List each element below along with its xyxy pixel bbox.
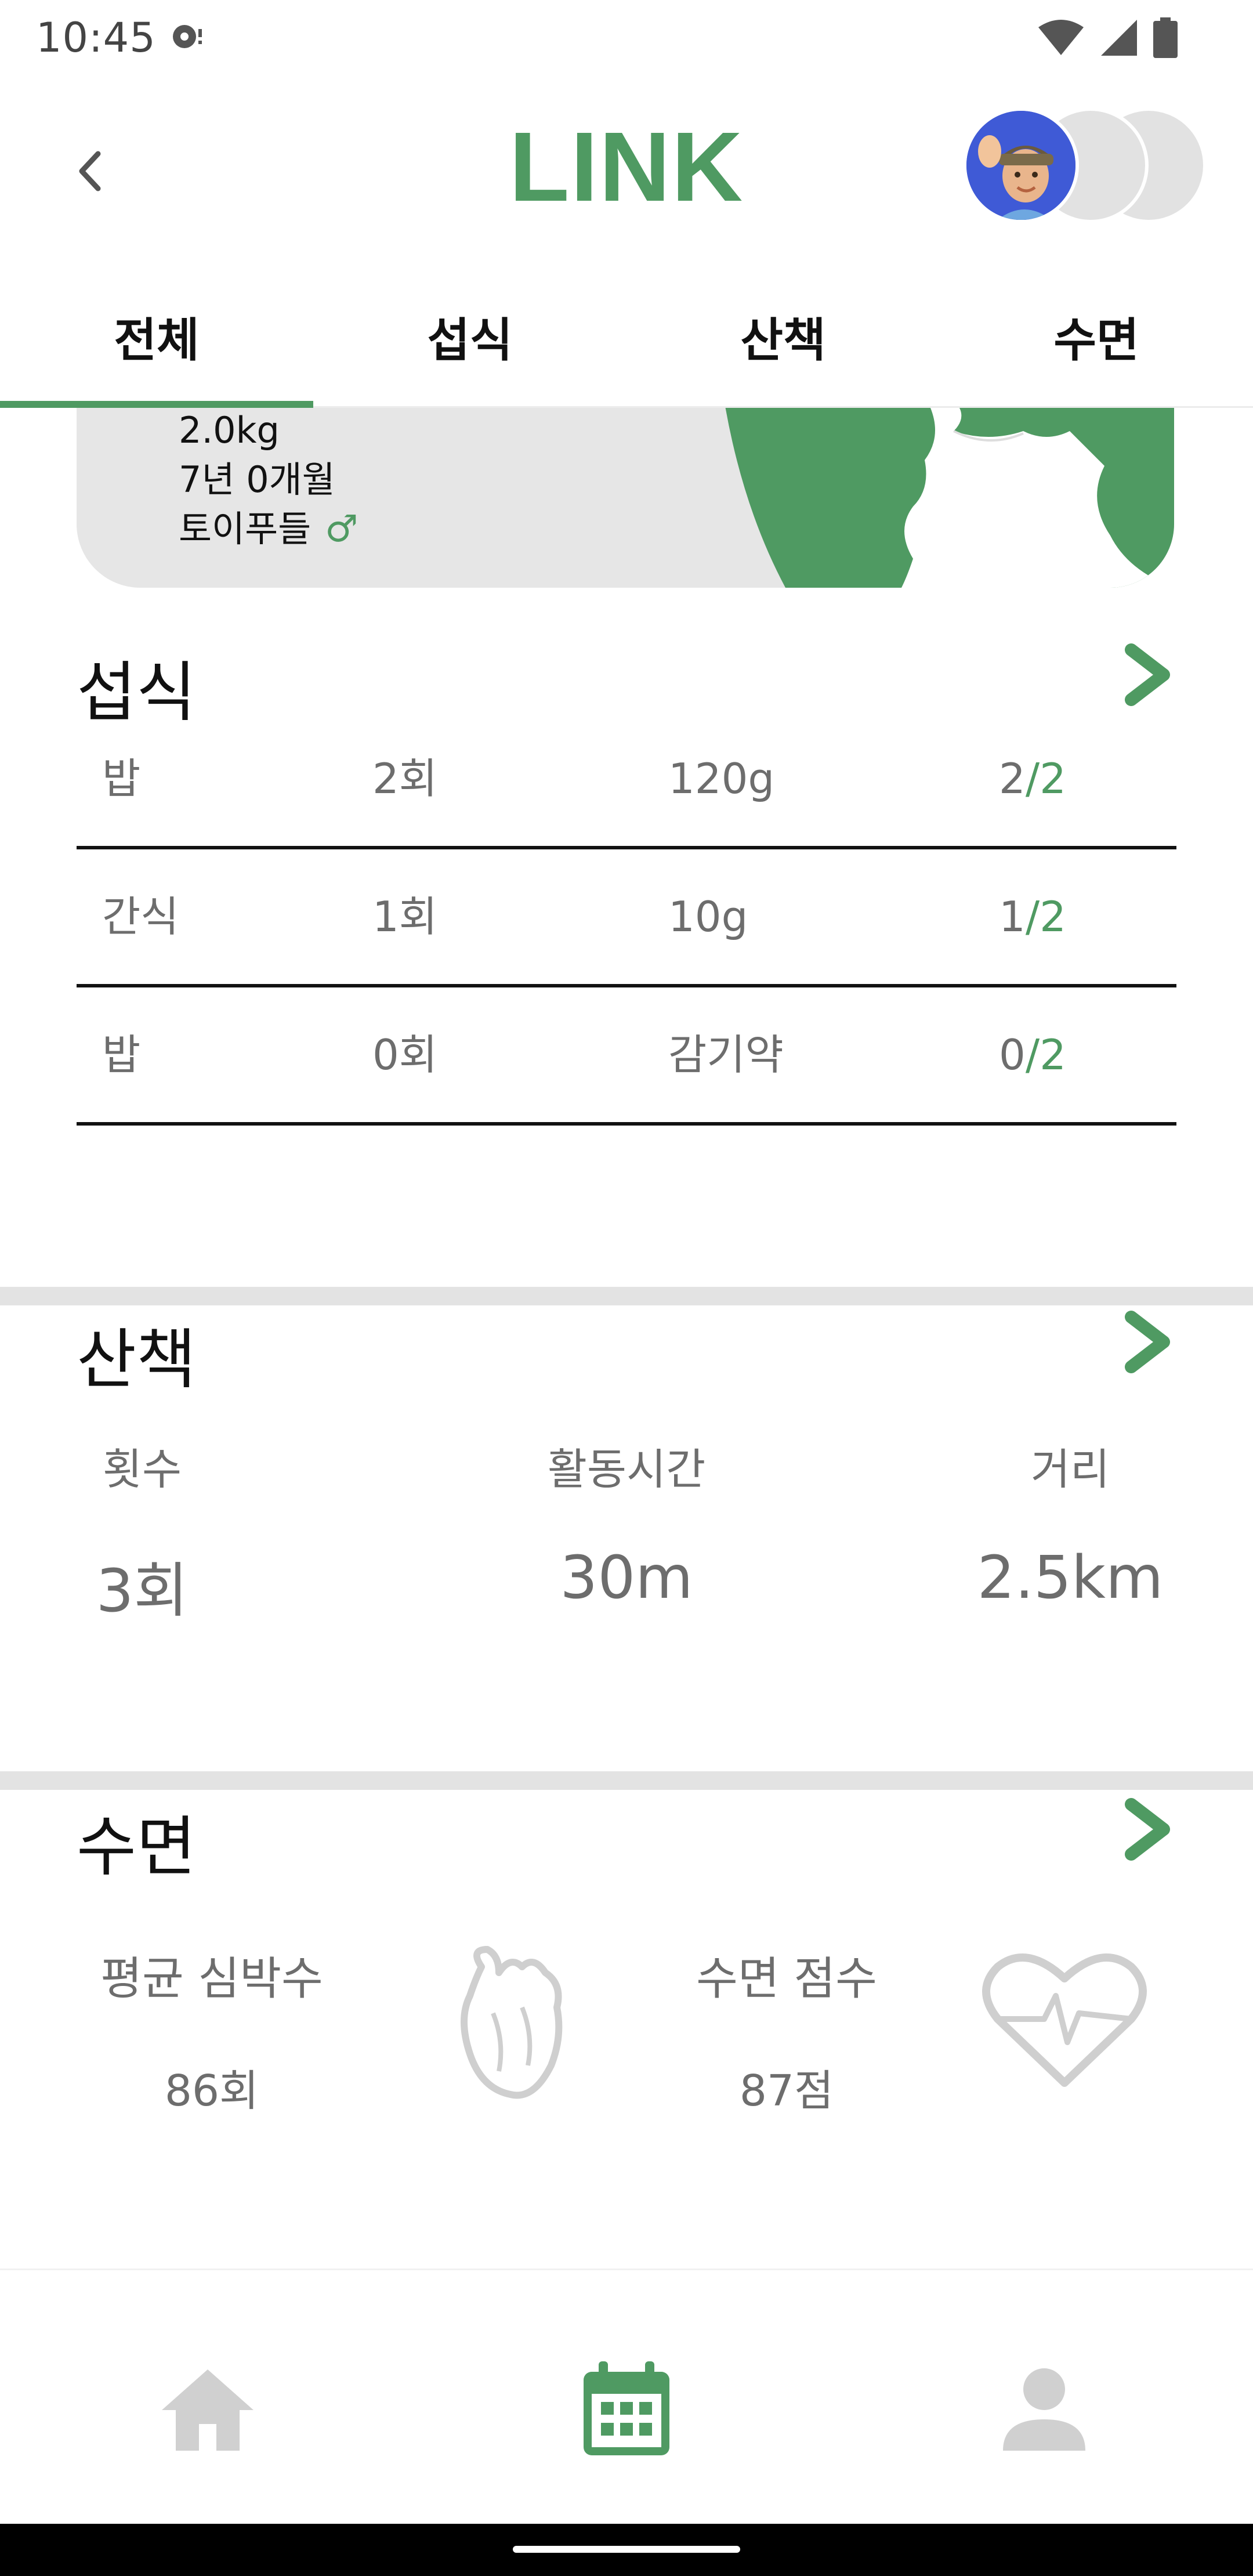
nav-profile[interactable] [986, 2351, 1102, 2468]
section-title-sleep: 수면 [77, 1810, 197, 1885]
content-scroll[interactable]: 2.0kg 7년 0개월 토이푸들 ♂ 섭식 밥 2회 120g 2/2 간식 1… [0, 408, 1253, 2269]
meal-amount: 10g [668, 892, 748, 941]
signal-icon [1101, 20, 1137, 56]
walk-stat-label: 활동시간 [547, 1445, 706, 1495]
section-divider [0, 1287, 1253, 1305]
meal-count: 2회 [372, 754, 438, 803]
avatar[interactable] [963, 107, 1079, 223]
wifi-icon [1038, 20, 1084, 55]
meal-progress: 2/2 [999, 754, 1066, 803]
pet-age: 7년 0개월 [179, 458, 335, 501]
meal-count: 1회 [372, 892, 438, 941]
heart-rate-value: 86회 [164, 2066, 259, 2116]
male-gender-icon: ♂ [325, 508, 358, 551]
status-bar: 10:45 [0, 0, 1253, 75]
feeding-section: 섭식 밥 2회 120g 2/2 간식 1회 10g 1/2 밥 0회 감기약 … [0, 640, 1253, 1126]
pet-profile-card[interactable]: 2.0kg 7년 0개월 토이푸들 ♂ [77, 408, 1174, 588]
notification-icon [173, 25, 202, 48]
meal-count: 0회 [372, 1030, 438, 1079]
meal-row[interactable]: 밥 0회 감기약 0/2 [77, 987, 1176, 1126]
tab-all[interactable]: 전체 [0, 267, 313, 408]
sleep-score-value: 87점 [739, 2066, 834, 2116]
tab-sleep[interactable]: 수면 [940, 267, 1253, 406]
status-icons [1037, 17, 1178, 58]
meal-progress: 1/2 [999, 892, 1066, 941]
heart-rate-label: 평균 심박수 [100, 1953, 323, 2005]
status-time: 10:45 [36, 14, 156, 61]
nav-home[interactable] [150, 2351, 266, 2468]
meal-type: 밥 [102, 754, 141, 803]
sleep-score-stat: 수면 점수 87점 [636, 1942, 937, 2118]
walk-stat-value: 30m [560, 1543, 693, 1612]
meal-row[interactable]: 밥 2회 120g 2/2 [77, 711, 1176, 849]
walk-stat-label: 횟수 [102, 1445, 182, 1495]
section-divider [0, 1771, 1253, 1790]
tab-bar: 전체 섭식 산책 수면 [0, 267, 1253, 408]
meal-type: 간식 [102, 892, 179, 941]
home-gesture-handle[interactable] [513, 2546, 740, 2553]
pet-info: 2.0kg 7년 0개월 토이푸들 ♂ [179, 408, 358, 554]
system-gesture-bar [0, 2524, 1253, 2576]
calendar-icon [584, 2361, 669, 2455]
sleep-section: 수면 평균 심박수 86회 수면 점수 87점 [0, 1794, 1253, 2259]
walk-stat-count: 횟수 3회 [0, 1435, 316, 1629]
chevron-right-icon[interactable] [1121, 1310, 1174, 1374]
walk-stat-value: 2.5km [977, 1543, 1164, 1612]
home-icon [162, 2369, 254, 2451]
tab-feeding[interactable]: 섭식 [313, 267, 626, 406]
bottom-nav [0, 2269, 1253, 2524]
anatomical-heart-icon [461, 1946, 563, 2099]
chevron-right-icon[interactable] [1121, 643, 1174, 707]
meal-amount: 120g [668, 754, 775, 803]
sleep-score-label: 수면 점수 [696, 1953, 877, 2005]
pet-breed: 토이푸들 [179, 508, 312, 550]
tab-walk[interactable]: 산책 [626, 267, 940, 406]
walk-stat-label: 거리 [1030, 1445, 1110, 1495]
walk-stat-distance: 거리 2.5km [896, 1435, 1244, 1612]
app-header: LINK [0, 75, 1253, 267]
pet-illustration [725, 408, 1174, 588]
person-icon [1003, 2368, 1085, 2451]
battery-icon [1153, 17, 1178, 58]
section-title-walk: 산책 [77, 1322, 197, 1398]
chevron-right-icon[interactable] [1121, 1797, 1174, 1861]
pet-weight: 2.0kg [179, 409, 280, 451]
meal-type: 밥 [102, 1030, 141, 1079]
heart-rate-stat: 평균 심박수 86회 [61, 1942, 363, 2118]
walk-stat-value: 3회 [96, 1557, 189, 1626]
walk-stat-duration: 활동시간 30m [452, 1435, 801, 1612]
heart-pulse-icon [982, 1953, 1147, 2087]
profile-switcher[interactable] [963, 107, 1207, 223]
meal-amount: 감기약 [668, 1030, 784, 1079]
nav-calendar[interactable] [568, 2351, 685, 2468]
meal-row[interactable]: 간식 1회 10g 1/2 [77, 849, 1176, 987]
meal-progress: 0/2 [999, 1030, 1066, 1079]
